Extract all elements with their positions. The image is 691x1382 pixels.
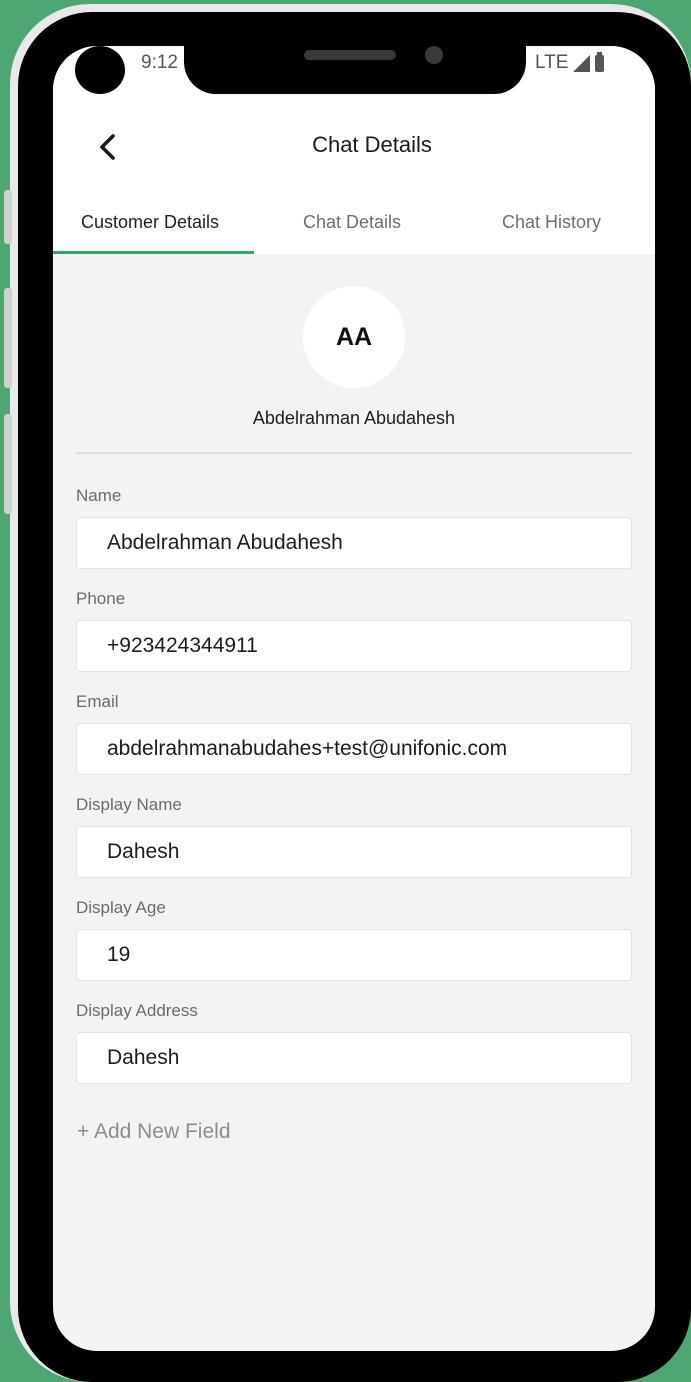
customer-name: Abdelrahman Abudahesh [252, 408, 456, 428]
divider [76, 452, 632, 454]
phone-side-button [4, 288, 12, 388]
display-name-label: Display Name [76, 795, 182, 814]
speaker-grille [304, 50, 396, 60]
page-title: Chat Details [312, 132, 432, 157]
email-field[interactable]: abdelrahmanabudahes+test@unifonic.com [76, 723, 632, 775]
phone-screen: 9:12 LTE Chat Details Customer Details C… [53, 46, 655, 1351]
phone-label: Phone [76, 589, 126, 608]
phone-side-button [4, 414, 12, 514]
avatar: AA [303, 286, 405, 388]
name-field[interactable]: Abdelrahman Abudahesh [76, 517, 632, 569]
active-tab-indicator [53, 251, 254, 254]
tab-customer-details[interactable]: Customer Details [81, 212, 219, 233]
email-label: Email [76, 692, 119, 711]
notch [184, 46, 526, 94]
status-time: 9:12 [141, 52, 178, 73]
battery-icon [595, 51, 605, 72]
add-new-field-button[interactable]: + Add New Field [77, 1120, 231, 1144]
front-camera-hole [75, 46, 125, 94]
name-label: Name [76, 486, 122, 505]
display-age-field[interactable]: 19 [76, 929, 632, 981]
display-address-label: Display Address [76, 1001, 198, 1020]
phone-side-button [4, 190, 12, 244]
tab-chat-details[interactable]: Chat Details [303, 212, 401, 233]
tab-chat-history[interactable]: Chat History [502, 212, 601, 233]
tab-bar: Customer Details Chat Details Chat Histo… [53, 196, 655, 254]
network-type: LTE [535, 52, 569, 73]
signal-icon [573, 54, 591, 72]
display-address-field[interactable]: Dahesh [76, 1032, 632, 1084]
phone-field[interactable]: +923424344911 [76, 620, 632, 672]
display-name-field[interactable]: Dahesh [76, 826, 632, 878]
camera-lens [425, 46, 443, 64]
display-age-label: Display Age [76, 898, 166, 917]
status-indicators: LTE [535, 51, 605, 74]
